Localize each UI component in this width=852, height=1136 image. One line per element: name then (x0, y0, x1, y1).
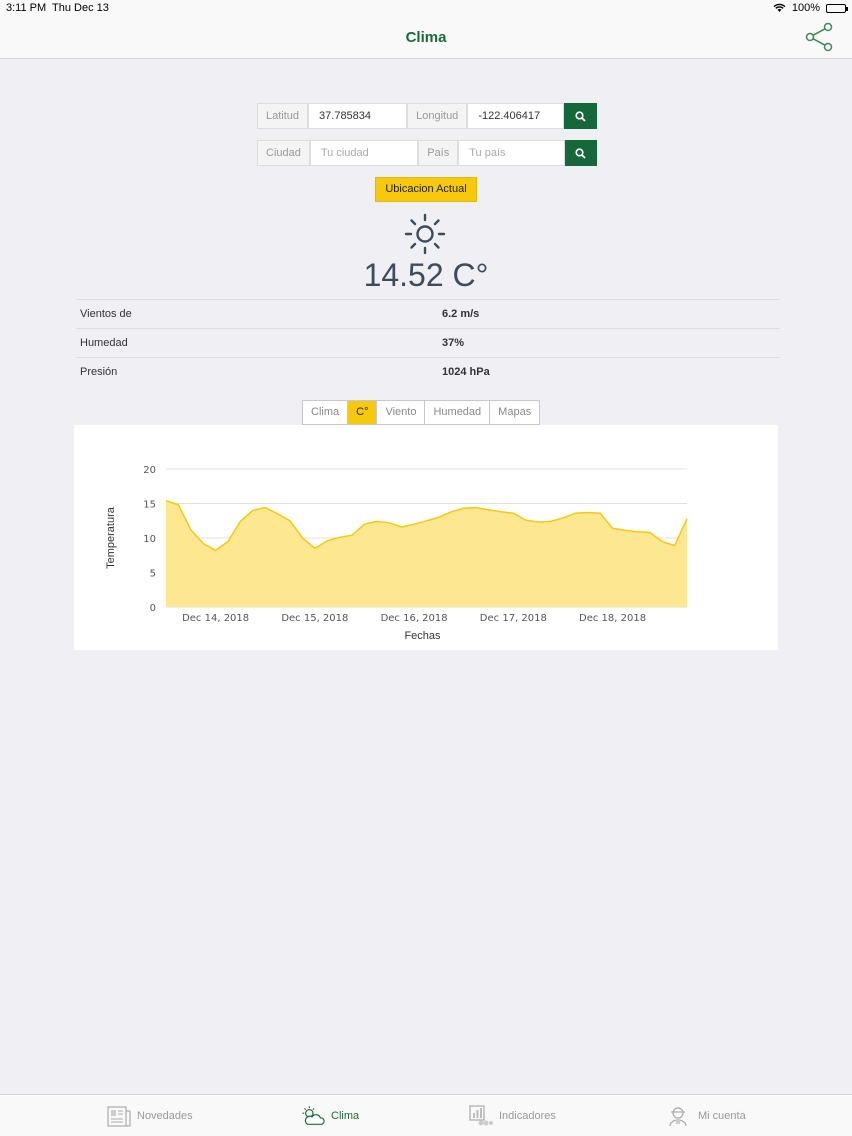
tabbar-label-clima: Clima (331, 1110, 360, 1122)
x-tick-label: Dec 18, 2018 (579, 613, 646, 624)
y-tick-label: 0 (150, 603, 156, 614)
search-icon (575, 110, 586, 122)
wifi-icon (773, 3, 786, 12)
longitude-label: Longitud (407, 103, 468, 129)
detail-row-humidity: Humedad 37% (76, 328, 780, 357)
detail-row-wind: Vientos de 6.2 m/s (76, 299, 780, 328)
temperature-area (166, 500, 687, 607)
tab-clima[interactable]: Clima (303, 401, 349, 424)
y-tick-label: 20 (143, 465, 156, 476)
tabbar-item-indicadores[interactable]: Indicadores (469, 1105, 556, 1127)
status-date: Thu Dec 13 (52, 2, 109, 14)
wind-value: 6.2 m/s (442, 308, 480, 320)
latitude-input[interactable]: 37.785834 (308, 103, 408, 129)
x-tick-label: Dec 15, 2018 (281, 613, 348, 624)
pressure-label: Presión (80, 366, 118, 378)
longitude-input[interactable]: -122.406417 (467, 103, 565, 129)
humidity-value: 37% (442, 337, 465, 349)
chart-svg: 0 5 10 15 20 Dec 14, 2018 Dec 15, 2018 Dec 16, … (105, 465, 688, 642)
y-tick-label: 5 (150, 569, 156, 580)
tab-temperature[interactable]: C° (348, 401, 378, 424)
sun-icon (404, 213, 446, 255)
latitude-label: Latitud (257, 103, 309, 129)
battery-percent: 100% (791, 2, 820, 14)
country-label: País (418, 140, 459, 166)
tab-viento[interactable]: Viento (377, 401, 426, 424)
newspaper-icon (107, 1106, 131, 1127)
weather-details: Vientos de 6.2 m/s Humedad 37% Presión 1… (76, 299, 780, 386)
city-search-button[interactable] (564, 140, 597, 166)
tabbar-item-novedades[interactable]: Novedades (107, 1105, 193, 1127)
tab-humedad[interactable]: Humedad (425, 401, 491, 424)
status-time: 3:11 PM (6, 2, 47, 14)
pressure-value: 1024 hPa (442, 366, 490, 378)
tabbar-item-clima[interactable]: Clima (301, 1105, 359, 1127)
city-label: Ciudad (257, 140, 310, 166)
chart-icon (469, 1105, 493, 1126)
battery-icon (826, 3, 848, 13)
y-tick-label: 10 (143, 534, 156, 545)
tab-bar: Novedades Clima Indicadores Mi cuenta (0, 1094, 852, 1136)
chart-tabs: Clima C° Viento Humedad Mapas (302, 400, 541, 425)
wind-label: Vientos de (80, 308, 132, 320)
humidity-label: Humedad (80, 337, 128, 349)
city-input[interactable]: Tu ciudad (309, 140, 419, 166)
detail-row-pressure: Presión 1024 hPa (76, 357, 780, 386)
y-axis-label: Temperatura (105, 506, 117, 569)
y-tick-label: 15 (143, 500, 156, 511)
search-icon (575, 147, 586, 159)
x-axis-label: Fechas (404, 630, 441, 642)
tabbar-label-indicadores: Indicadores (499, 1110, 556, 1122)
tabbar-label-novedades: Novedades (137, 1110, 193, 1122)
status-bar: 3:11 PM Thu Dec 13 100% (0, 0, 852, 18)
country-input[interactable]: Tu país (458, 140, 565, 166)
weather-icon (302, 1106, 325, 1125)
tabbar-item-mi-cuenta[interactable]: Mi cuenta (668, 1105, 746, 1127)
coordinates-search: Latitud 37.785834 Longitud -122.406417 (257, 103, 597, 129)
status-right: 100% (773, 2, 848, 14)
current-location-button[interactable]: Ubicacion Actual (375, 177, 477, 202)
x-tick-label: Dec 16, 2018 (381, 613, 448, 624)
coordinates-search-button[interactable] (564, 103, 597, 129)
city-search: Ciudad Tu ciudad País Tu país (257, 140, 597, 166)
tab-mapas[interactable]: Mapas (490, 401, 539, 424)
temperature-chart: 0 5 10 15 20 Dec 14, 2018 Dec 15, 2018 Dec 16, … (74, 425, 778, 650)
x-tick-label: Dec 14, 2018 (182, 613, 249, 624)
tabbar-label-mi-cuenta: Mi cuenta (698, 1110, 746, 1122)
navigation-bar: Clima (0, 18, 852, 59)
share-icon[interactable] (804, 22, 834, 52)
x-tick-label: Dec 17, 2018 (480, 613, 547, 624)
current-temperature: 14.52 C° (363, 257, 489, 293)
user-icon (669, 1107, 687, 1127)
page-title: Clima (405, 29, 447, 46)
